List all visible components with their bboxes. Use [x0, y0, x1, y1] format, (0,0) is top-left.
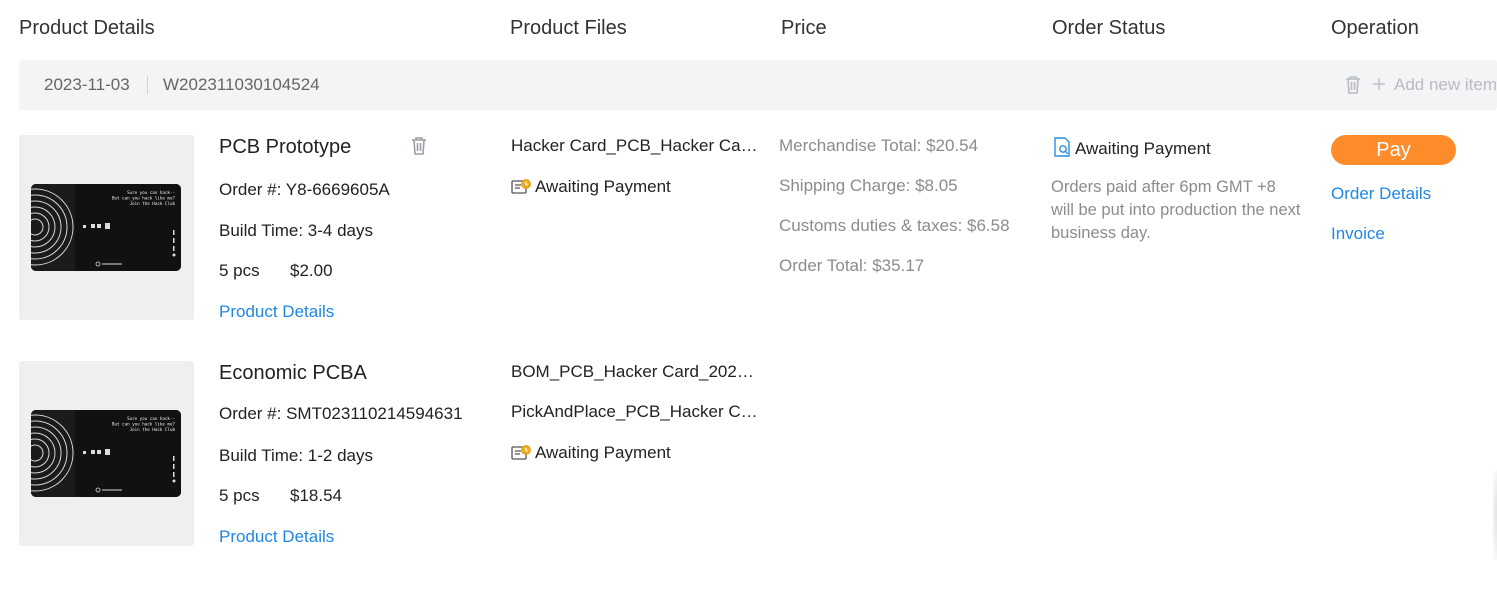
order-group-bar: 2023-11-03 W202311030104524 + Add new it…	[19, 60, 1497, 110]
order-total: Order Total: $35.17	[779, 256, 925, 275]
file-status-label: Awaiting Payment	[535, 443, 671, 462]
scroll-edge-shadow	[1493, 470, 1497, 560]
trash-icon[interactable]	[410, 136, 428, 161]
file-status: Awaiting Payment	[511, 443, 671, 466]
product-thumbnail[interactable]: Sure you can hack-- But can you hack lik…	[19, 361, 194, 546]
file-status-label: Awaiting Payment	[535, 177, 671, 196]
pcb-card-image: Sure you can hack-- But can you hack lik…	[31, 184, 181, 271]
unit-price: $18.54	[290, 486, 342, 505]
pcb-card-image: Sure you can hack-- But can you hack lik…	[31, 410, 181, 497]
header-product-files: Product Files	[510, 17, 627, 39]
group-actions: + Add new item	[1344, 73, 1497, 97]
file-clock-icon	[511, 444, 531, 466]
file-name[interactable]: PickAndPlace_PCB_Hacker Card_2023-11-02.…	[511, 402, 763, 422]
quantity: 5 pcs	[219, 261, 260, 280]
order-date: 2023-11-03	[44, 75, 130, 94]
trash-icon[interactable]	[1344, 75, 1362, 95]
merchandise-total: Merchandise Total: $20.54	[779, 136, 979, 155]
add-new-item-button[interactable]: Add new item	[1394, 75, 1497, 95]
board-text-line: But can you hack like me?	[112, 422, 176, 427]
file-name[interactable]: Hacker Card_PCB_Hacker Card_2023-11-02.z…	[511, 136, 763, 156]
header-operation: Operation	[1331, 17, 1419, 39]
board-text-line: Join the Hack Club	[130, 201, 176, 206]
board-text-line: Join the Hack Club	[130, 427, 176, 432]
product-thumbnail[interactable]: Sure you can hack-- But can you hack lik…	[19, 135, 194, 320]
product-details-link[interactable]: Product Details	[219, 527, 334, 547]
order-status: Awaiting Payment	[1053, 137, 1211, 162]
file-clock-icon	[511, 178, 531, 200]
order-number: Order #: Y8-6669605A	[219, 180, 390, 199]
product-name: Economic PCBA	[219, 362, 367, 384]
product-name: PCB Prototype	[219, 136, 352, 158]
unit-price: $2.00	[290, 261, 333, 280]
board-text-line: But can you hack like me?	[112, 196, 176, 201]
production-note: Orders paid after 6pm GMT +8 will be put…	[1051, 178, 1301, 242]
header-order-status: Order Status	[1052, 17, 1166, 39]
plus-icon[interactable]: +	[1372, 73, 1386, 97]
board-text-line: Sure you can hack--	[127, 416, 175, 421]
order-status-label: Awaiting Payment	[1075, 139, 1211, 158]
build-time: Build Time: 3-4 days	[219, 221, 374, 240]
order-details-link[interactable]: Order Details	[1331, 184, 1431, 204]
product-details-link[interactable]: Product Details	[219, 302, 334, 322]
header-price: Price	[781, 17, 827, 39]
customs-duties: Customs duties & taxes: $6.58	[779, 216, 1010, 235]
build-time: Build Time: 1-2 days	[219, 446, 374, 465]
order-id: W202311030104524	[163, 75, 320, 94]
file-status: Awaiting Payment	[511, 177, 671, 200]
order-number: Order #: SMT023110214594631	[219, 404, 463, 423]
quantity: 5 pcs	[219, 486, 260, 505]
divider	[147, 76, 148, 94]
shipping-charge: Shipping Charge: $8.05	[779, 176, 958, 195]
invoice-link[interactable]: Invoice	[1331, 224, 1385, 244]
header-product-details: Product Details	[19, 17, 155, 39]
pay-button[interactable]: Pay	[1331, 135, 1456, 165]
board-text-line: Sure you can hack--	[127, 190, 175, 195]
file-name[interactable]: BOM_PCB_Hacker Card_2023-11-02.csv	[511, 362, 763, 382]
document-search-icon	[1053, 137, 1071, 162]
